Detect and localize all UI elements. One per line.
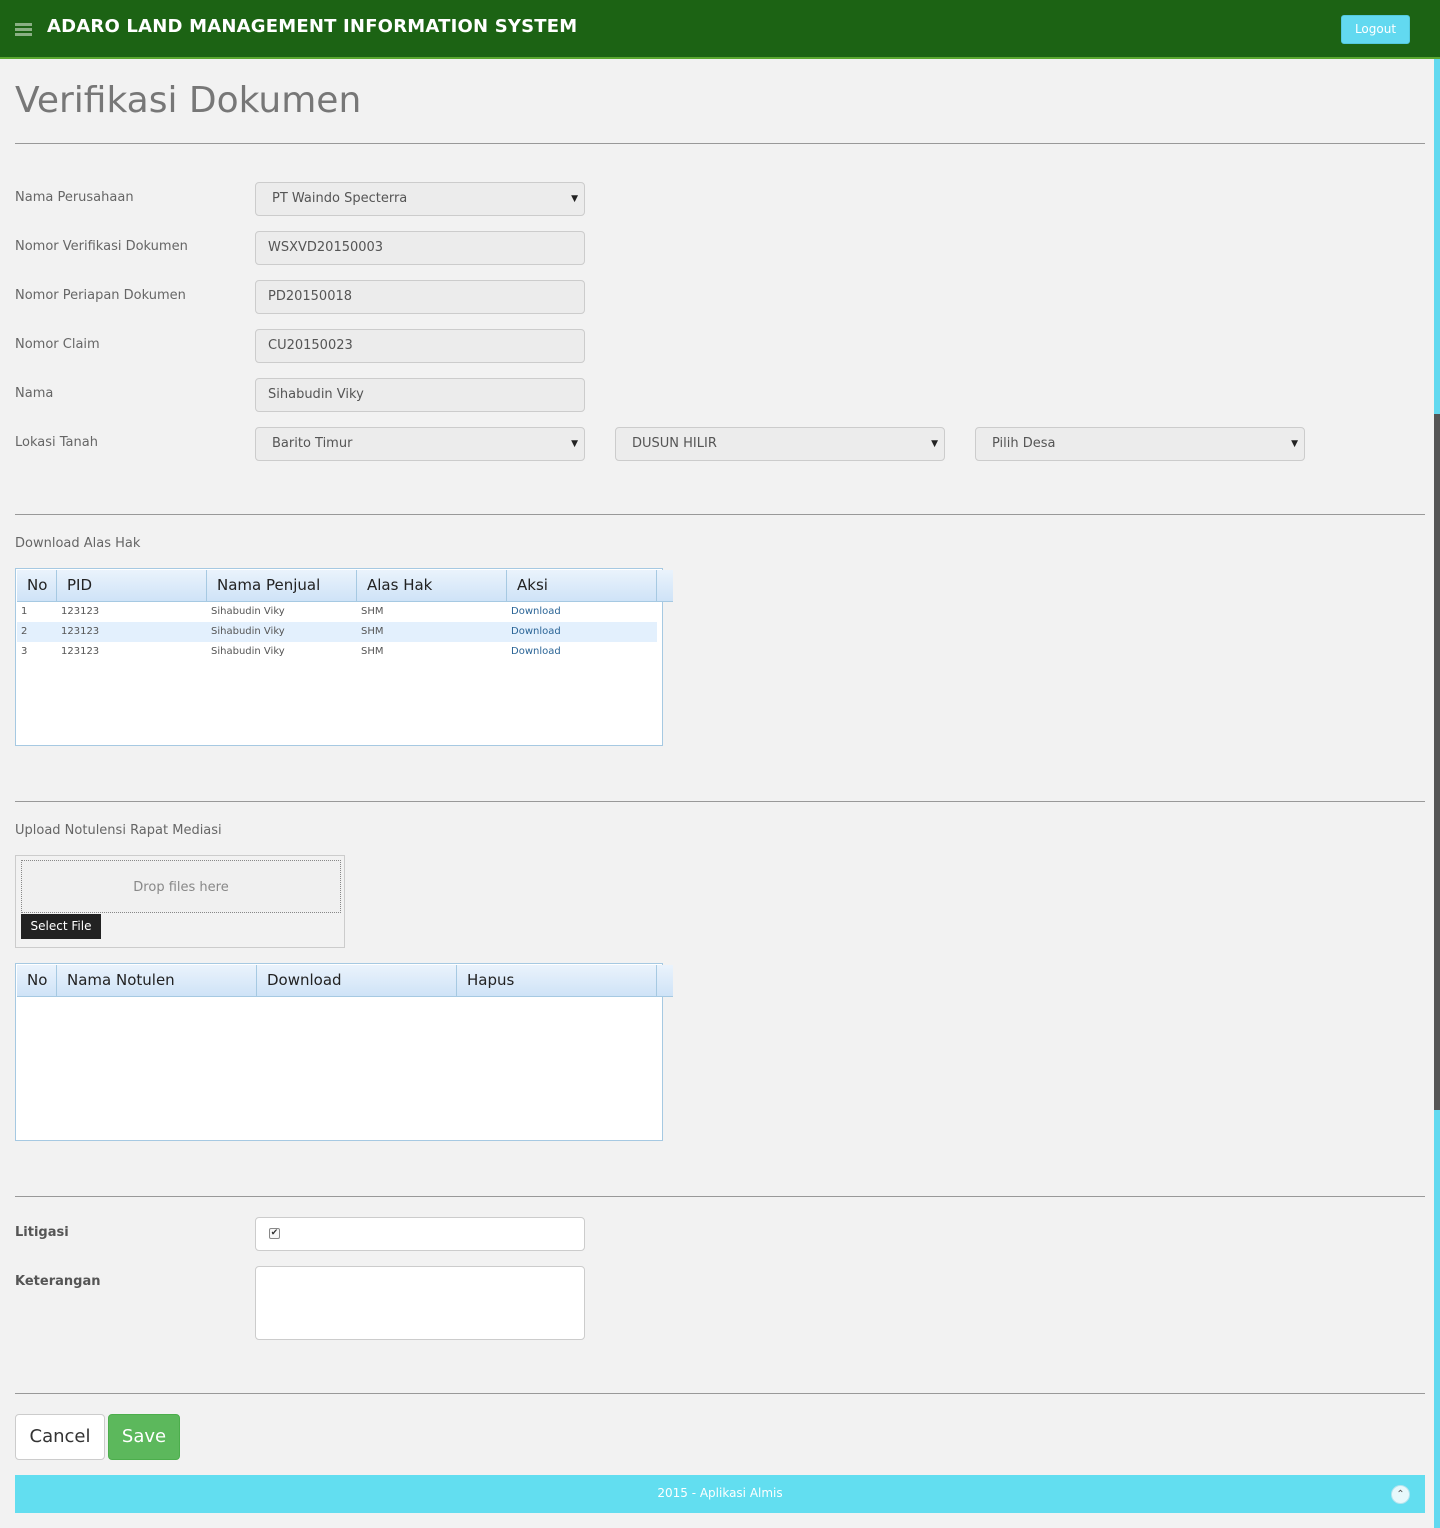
divider: [15, 514, 1425, 515]
divider: [15, 1393, 1425, 1394]
label-nomor-verifikasi: Nomor Verifikasi Dokumen: [15, 239, 188, 254]
table-row[interactable]: 3 123123 Sihabudin Viky SHM Download: [17, 642, 657, 662]
table-header: No Nama Notulen Download Hapus: [17, 965, 673, 997]
alas-hak-table: No PID Nama Penjual Alas Hak Aksi 1 1231…: [15, 568, 673, 746]
input-nomor-periapan[interactable]: PD20150018: [255, 280, 585, 314]
save-button[interactable]: Save: [108, 1414, 180, 1460]
file-upload-widget: Drop files here Select File: [15, 855, 345, 948]
divider: [15, 1196, 1425, 1197]
input-nomor-claim[interactable]: CU20150023: [255, 329, 585, 363]
column-header-alas-hak[interactable]: Alas Hak: [357, 570, 507, 602]
label-lokasi-tanah: Lokasi Tanah: [15, 435, 98, 450]
label-nama-perusahaan: Nama Perusahaan: [15, 190, 134, 205]
litigasi-checkbox[interactable]: ✔: [269, 1228, 280, 1239]
scrollbar-thumb[interactable]: [1434, 414, 1440, 1110]
column-header-no[interactable]: No: [17, 570, 57, 602]
label-keterangan: Keterangan: [15, 1274, 101, 1289]
download-link[interactable]: Download: [511, 646, 561, 657]
cell-alas-hak: SHM: [361, 606, 384, 617]
column-header-nama-notulen[interactable]: Nama Notulen: [57, 965, 257, 997]
label-nomor-periapan: Nomor Periapan Dokumen: [15, 288, 186, 303]
cell-nama-penjual: Sihabudin Viky: [211, 646, 285, 657]
select-kecamatan[interactable]: DUSUN HILIR ▼: [615, 427, 945, 461]
scroll-top-chevron-up-icon[interactable]: ⌃: [1391, 1485, 1410, 1504]
select-value: DUSUN HILIR: [632, 436, 717, 451]
download-link[interactable]: Download: [511, 626, 561, 637]
section-label-notulensi: Upload Notulensi Rapat Mediasi: [15, 823, 222, 838]
footer: 2015 - Aplikasi Almis ⌃: [15, 1475, 1425, 1513]
divider: [15, 801, 1425, 802]
app-title: ADARO LAND MANAGEMENT INFORMATION SYSTEM: [47, 16, 578, 37]
column-header-no[interactable]: No: [17, 965, 57, 997]
cell-no: 3: [21, 646, 28, 657]
menu-icon[interactable]: [15, 23, 32, 36]
cell-pid: 123123: [61, 646, 100, 657]
cell-pid: 123123: [61, 606, 100, 617]
cancel-button[interactable]: Cancel: [15, 1414, 105, 1460]
footer-text: 2015 - Aplikasi Almis: [657, 1486, 783, 1500]
input-nama[interactable]: Sihabudin Viky: [255, 378, 585, 412]
cell-nama-penjual: Sihabudin Viky: [211, 606, 285, 617]
section-label-alas-hak: Download Alas Hak: [15, 536, 141, 551]
select-value: Pilih Desa: [992, 436, 1056, 451]
label-nama: Nama: [15, 386, 54, 401]
cell-nama-penjual: Sihabudin Viky: [211, 626, 285, 637]
cell-no: 2: [21, 626, 28, 637]
select-nama-perusahaan[interactable]: PT Waindo Specterra ▼: [255, 182, 585, 216]
table-row[interactable]: 2 123123 Sihabudin Viky SHM Download: [17, 622, 657, 642]
keterangan-textarea[interactable]: [255, 1266, 585, 1340]
input-nomor-verifikasi[interactable]: WSXVD20150003: [255, 231, 585, 265]
divider: [15, 143, 1425, 144]
column-header-download[interactable]: Download: [257, 965, 457, 997]
column-header-pid[interactable]: PID: [57, 570, 207, 602]
label-nomor-claim: Nomor Claim: [15, 337, 100, 352]
dropdown-arrow-icon: ▼: [571, 194, 578, 204]
file-dropzone[interactable]: Drop files here: [21, 860, 341, 913]
cell-no: 1: [21, 606, 28, 617]
select-file-button[interactable]: Select File: [21, 914, 101, 939]
cell-alas-hak: SHM: [361, 646, 384, 657]
scrollbar-segment: [1434, 1110, 1440, 1528]
dropdown-arrow-icon: ▼: [1291, 439, 1298, 449]
select-value: Barito Timur: [272, 436, 353, 451]
cell-pid: 123123: [61, 626, 100, 637]
select-desa[interactable]: Pilih Desa ▼: [975, 427, 1305, 461]
dropdown-arrow-icon: ▼: [571, 439, 578, 449]
top-navbar: ADARO LAND MANAGEMENT INFORMATION SYSTEM…: [0, 0, 1440, 59]
logout-button[interactable]: Logout: [1341, 15, 1410, 44]
select-kabupaten[interactable]: Barito Timur ▼: [255, 427, 585, 461]
column-header-nama-penjual[interactable]: Nama Penjual: [207, 570, 357, 602]
scrollbar-segment: [1434, 59, 1440, 414]
page-title: Verifikasi Dokumen: [15, 80, 362, 121]
litigasi-field: ✔: [255, 1217, 585, 1251]
label-litigasi: Litigasi: [15, 1225, 69, 1240]
select-value: PT Waindo Specterra: [272, 191, 408, 206]
column-header-aksi[interactable]: Aksi: [507, 570, 657, 602]
cell-alas-hak: SHM: [361, 626, 384, 637]
table-row[interactable]: 1 123123 Sihabudin Viky SHM Download: [17, 602, 657, 622]
download-link[interactable]: Download: [511, 606, 561, 617]
table-header: No PID Nama Penjual Alas Hak Aksi: [17, 570, 673, 602]
notulen-table: No Nama Notulen Download Hapus: [15, 963, 673, 1141]
dropdown-arrow-icon: ▼: [931, 439, 938, 449]
column-header-hapus[interactable]: Hapus: [457, 965, 657, 997]
